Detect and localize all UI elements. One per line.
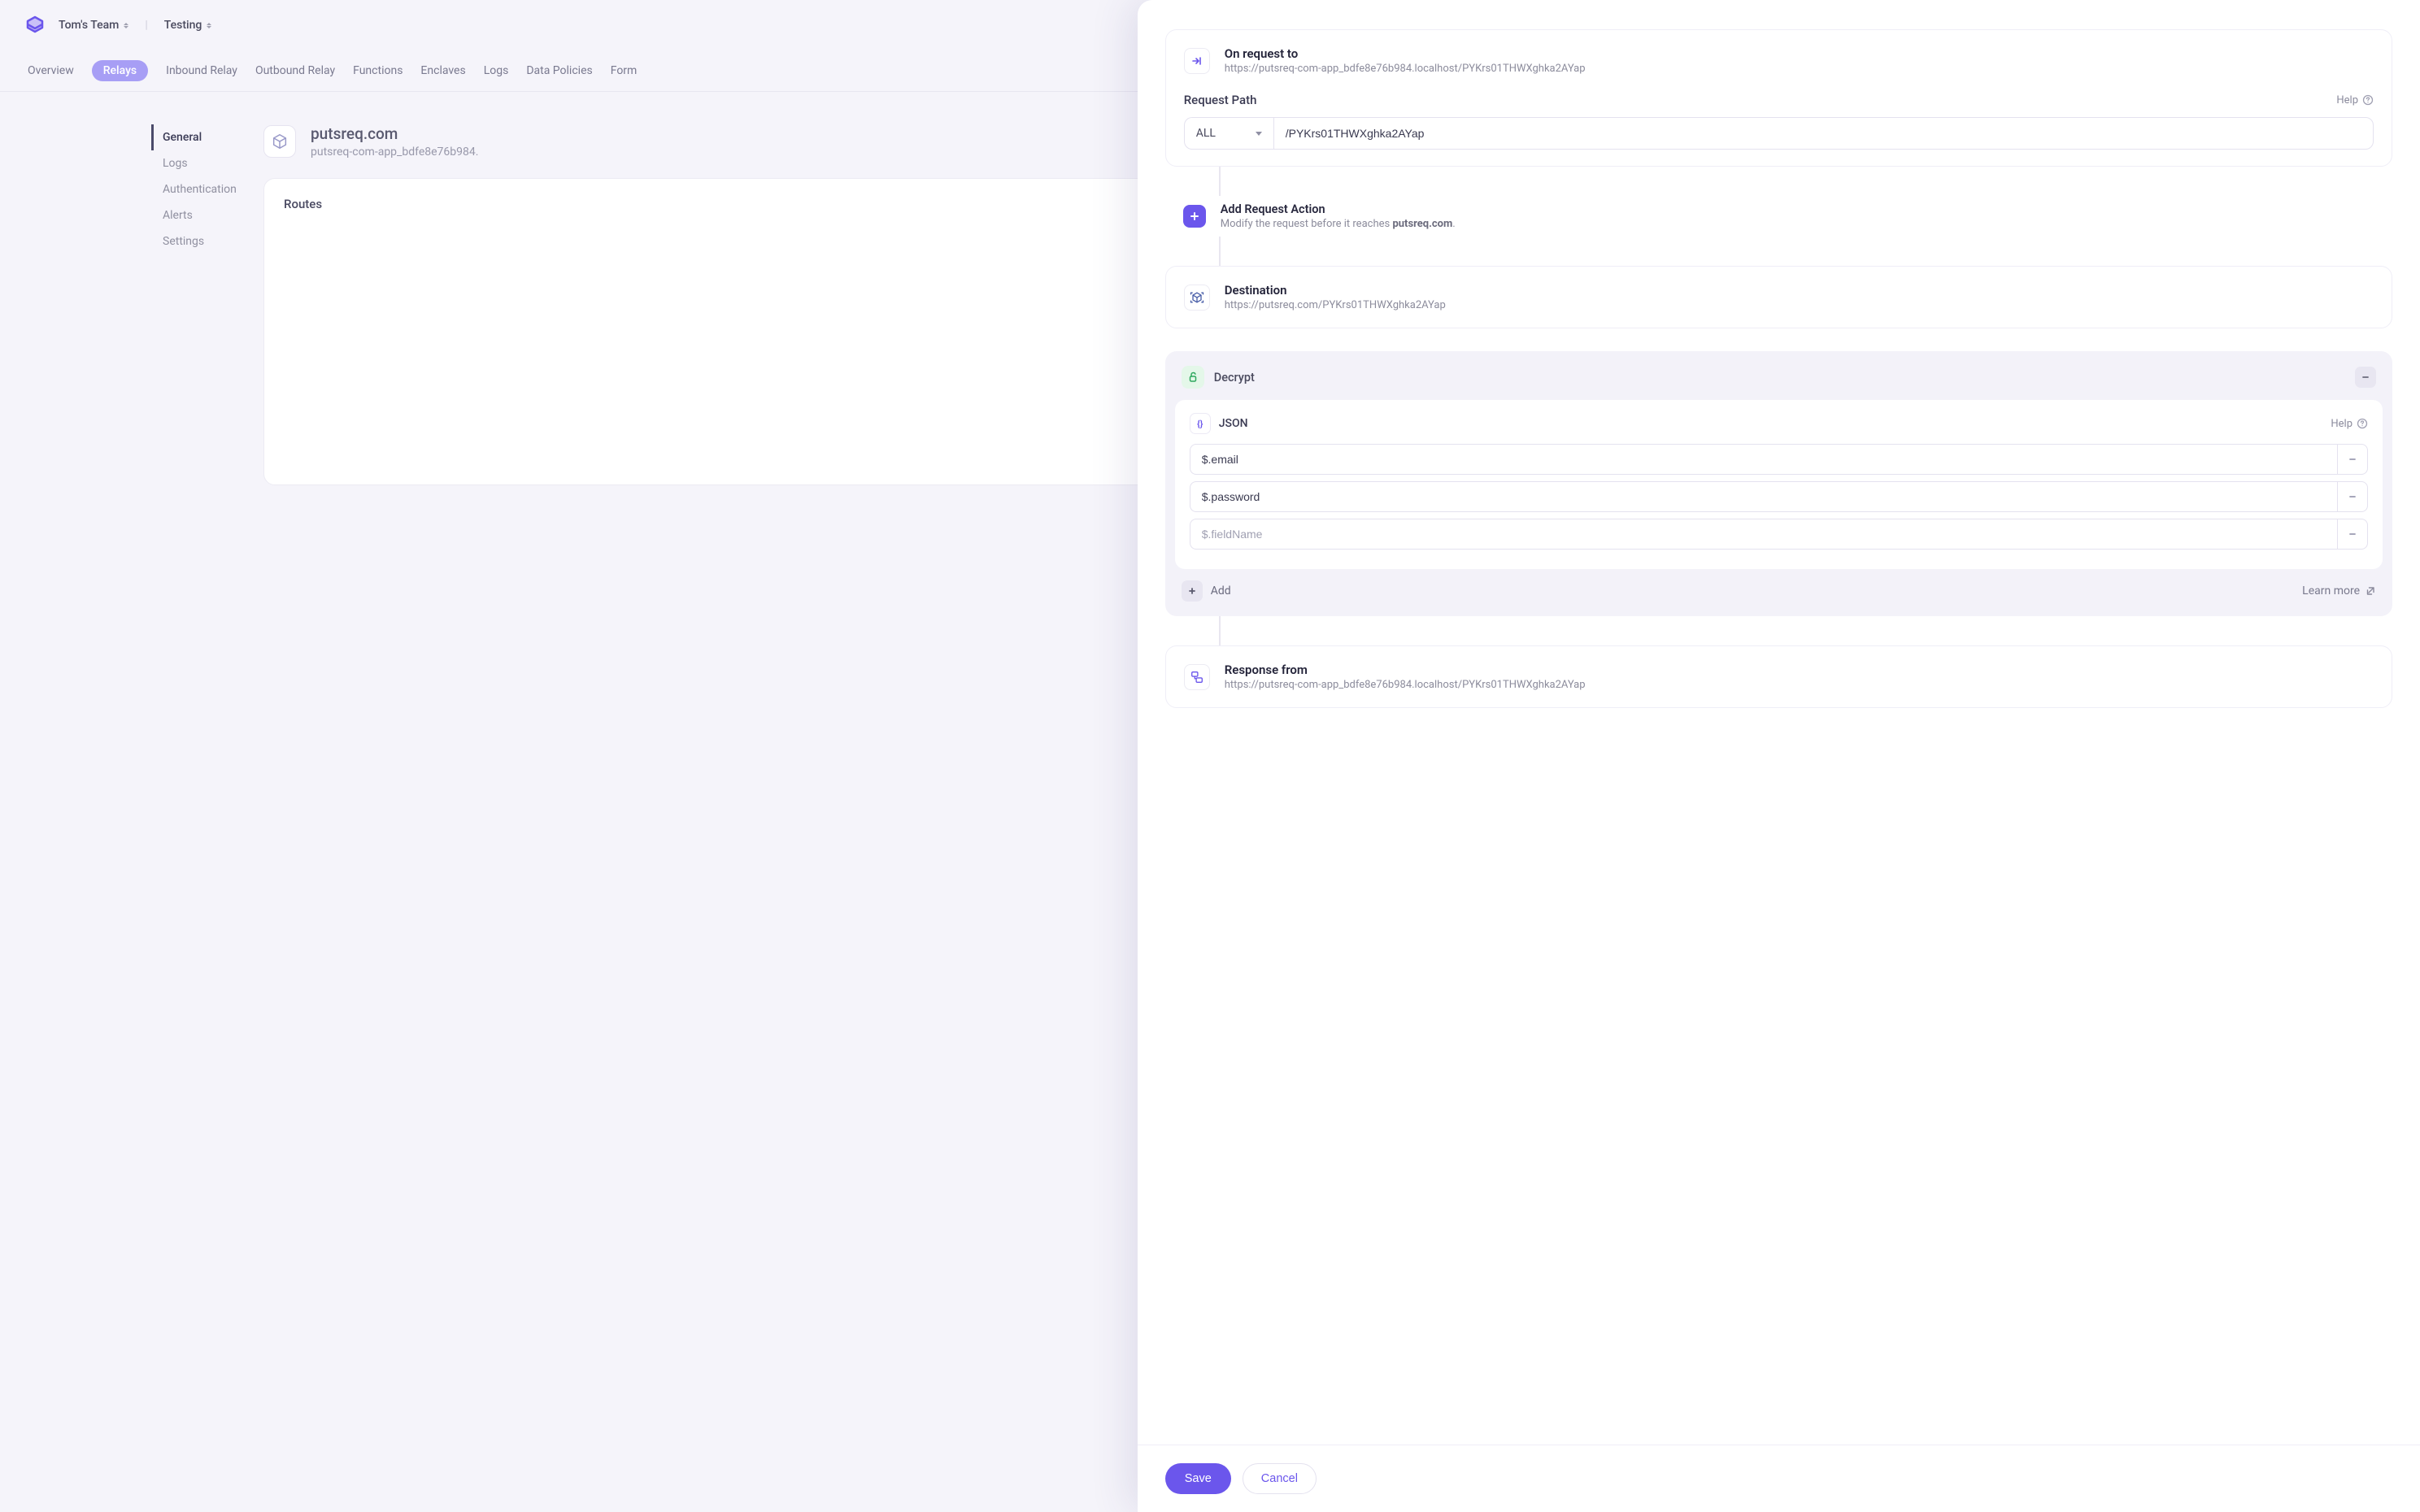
destination-card: Destination https://putsreq.com/PYKrs01T…: [1165, 266, 2392, 328]
relay-subtitle: putsreq-com-app_bdfe8e76b984.: [311, 146, 478, 159]
nav-tab-form[interactable]: Form: [611, 64, 638, 77]
sidebar-item-logs[interactable]: Logs: [151, 150, 231, 176]
method-select[interactable]: ALL: [1184, 117, 1273, 150]
team-selector[interactable]: Tom's Team: [59, 19, 128, 32]
cube-icon: [263, 125, 296, 158]
remove-field-button[interactable]: [2337, 519, 2368, 550]
action-sub: Modify the request before it reaches put…: [1221, 218, 1456, 230]
project-name: Testing: [164, 19, 202, 32]
card-title: Response from: [1225, 663, 1586, 677]
on-request-card: On request to https://putsreq-com-app_bd…: [1165, 29, 2392, 167]
cancel-button[interactable]: Cancel: [1243, 1463, 1317, 1494]
field-row-new: [1190, 519, 2368, 550]
save-button[interactable]: Save: [1165, 1463, 1231, 1494]
sort-icon: [207, 23, 211, 28]
sidebar-item-authentication[interactable]: Authentication: [151, 176, 231, 202]
relay-title: putsreq.com: [311, 124, 478, 143]
field-input-new[interactable]: [1190, 519, 2337, 550]
json-label: JSON: [1219, 417, 1248, 430]
nav-tab-inbound-relay[interactable]: Inbound Relay: [166, 64, 237, 77]
request-path-header: Request Path Help: [1184, 93, 2374, 107]
flow-connector: [1219, 167, 1221, 196]
left-sidebar: GeneralLogsAuthenticationAlertsSettings: [24, 124, 231, 485]
plus-icon: [1182, 580, 1203, 602]
sidebar-item-general[interactable]: General: [151, 124, 231, 150]
project-selector[interactable]: Testing: [164, 19, 212, 32]
nav-tab-enclaves[interactable]: Enclaves: [420, 64, 465, 77]
nav-tab-relays[interactable]: Relays: [92, 60, 148, 81]
decrypt-title: Decrypt: [1214, 371, 1255, 385]
divider: |: [145, 19, 147, 32]
card-sub: https://putsreq.com/PYKrs01THWXghka2AYap: [1225, 299, 1446, 311]
plus-icon: [1183, 205, 1206, 228]
field-row: [1190, 444, 2368, 475]
decrypt-card: Decrypt {} JSON Help: [1165, 351, 2392, 616]
response-card: Response from https://putsreq-com-app_bd…: [1165, 645, 2392, 708]
external-link-icon: [2365, 585, 2376, 597]
nav-tab-functions[interactable]: Functions: [353, 64, 403, 77]
learn-more-link[interactable]: Learn more: [2302, 584, 2376, 597]
arrow-in-icon: [1184, 48, 1210, 74]
flow-connector: [1219, 616, 1221, 645]
response-icon: [1184, 664, 1210, 690]
card-row: On request to https://putsreq-com-app_bd…: [1184, 46, 2374, 75]
json-icon: {}: [1190, 413, 1211, 434]
team-name: Tom's Team: [59, 19, 119, 32]
help-link[interactable]: Help: [2331, 418, 2368, 430]
nav-tab-logs[interactable]: Logs: [484, 64, 509, 77]
sidebar-item-alerts[interactable]: Alerts: [151, 202, 231, 228]
decrypt-header: Decrypt: [1175, 361, 2383, 400]
request-path-label: Request Path: [1184, 93, 1257, 107]
flow-connector: [1219, 237, 1221, 266]
panel-footer: Save Cancel: [1138, 1445, 2420, 1512]
card-sub: https://putsreq-com-app_bdfe8e76b984.loc…: [1225, 679, 1586, 691]
nav-tab-outbound-relay[interactable]: Outbound Relay: [255, 64, 335, 77]
collapse-button[interactable]: [2355, 367, 2376, 388]
remove-field-button[interactable]: [2337, 481, 2368, 512]
panel-body: On request to https://putsreq-com-app_bd…: [1138, 0, 2420, 1445]
action-title: Add Request Action: [1221, 202, 1456, 216]
nav-tab-overview[interactable]: Overview: [28, 64, 74, 77]
sidebar-item-settings[interactable]: Settings: [151, 228, 231, 254]
help-link[interactable]: Help: [2336, 94, 2374, 106]
card-title: On request to: [1225, 46, 1586, 61]
card-title: Destination: [1225, 283, 1446, 298]
add-request-action[interactable]: Add Request Action Modify the request be…: [1165, 196, 2392, 237]
decrypt-footer: Add Learn more: [1175, 569, 2383, 606]
nav-tab-data-policies[interactable]: Data Policies: [526, 64, 592, 77]
field-row: [1190, 481, 2368, 512]
field-input[interactable]: [1190, 481, 2337, 512]
sort-icon: [124, 23, 128, 28]
path-input[interactable]: [1273, 117, 2374, 150]
card-sub: https://putsreq-com-app_bdfe8e76b984.loc…: [1225, 63, 1586, 75]
target-cube-icon: [1184, 285, 1210, 311]
logo: [24, 15, 46, 36]
remove-field-button[interactable]: [2337, 444, 2368, 475]
path-inputs: ALL: [1184, 117, 2374, 150]
chevron-down-icon: [1256, 132, 1262, 136]
add-field-button[interactable]: Add: [1182, 580, 1231, 602]
json-card: {} JSON Help: [1175, 400, 2383, 569]
field-input[interactable]: [1190, 444, 2337, 475]
route-editor-panel: On request to https://putsreq-com-app_bd…: [1138, 0, 2420, 1512]
unlock-icon: [1182, 366, 1204, 389]
